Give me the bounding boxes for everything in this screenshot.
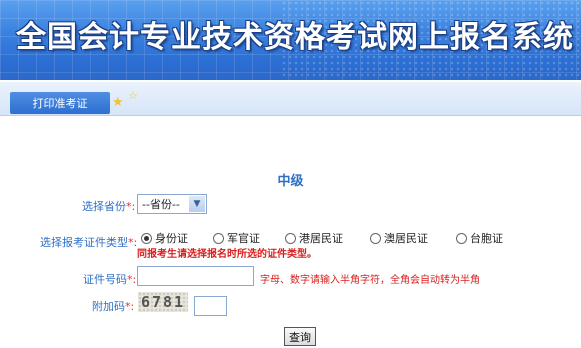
id-type-label: 选择报考证件类型*: bbox=[40, 234, 137, 250]
id-type-option-id-card[interactable]: 身份证 bbox=[141, 230, 188, 246]
page: 全国会计专业技术资格考试网上报名系统 打印准考证 ★ ☆ 中级 选择省份*: -… bbox=[0, 0, 581, 348]
required-mark: *: bbox=[126, 200, 136, 213]
id-type-option-label: 港居民证 bbox=[299, 232, 343, 245]
required-mark: *: bbox=[128, 236, 138, 249]
id-type-option-macau-permit[interactable]: 澳居民证 bbox=[370, 230, 428, 246]
chevron-down-icon[interactable]: ▼ bbox=[189, 196, 205, 212]
star-icon: ★ bbox=[112, 95, 124, 110]
radio-unchecked-icon[interactable] bbox=[456, 232, 467, 244]
captcha-label-text: 附加码 bbox=[92, 300, 125, 313]
id-number-hint: 字母、数字请输入半角字符，全角会自动转为半角 bbox=[260, 275, 480, 286]
id-type-option-label: 身份证 bbox=[155, 232, 188, 245]
query-button[interactable]: 查询 bbox=[284, 327, 316, 346]
province-selected-value: --省份-- bbox=[142, 198, 180, 211]
captcha-label: 附加码*: bbox=[92, 298, 134, 314]
radio-unchecked-icon[interactable] bbox=[285, 232, 296, 244]
nav-strip: 打印准考证 ★ ☆ bbox=[0, 82, 581, 116]
id-type-option-officer-card[interactable]: 军官证 bbox=[213, 230, 260, 246]
id-type-option-label: 军官证 bbox=[227, 232, 260, 245]
id-number-label: 证件号码*: bbox=[83, 271, 136, 287]
province-label-text: 选择省份 bbox=[82, 200, 126, 213]
system-title: 全国会计专业技术资格考试网上报名系统 bbox=[16, 20, 574, 55]
radio-checked-icon[interactable] bbox=[141, 232, 152, 244]
id-type-option-label: 澳居民证 bbox=[384, 232, 428, 245]
print-admission-ticket-tab[interactable]: 打印准考证 bbox=[10, 92, 110, 114]
id-type-option-label: 台胞证 bbox=[470, 232, 503, 245]
province-label: 选择省份*: bbox=[82, 198, 135, 214]
radio-unchecked-icon[interactable] bbox=[370, 232, 381, 244]
id-type-option-taiwan-permit[interactable]: 台胞证 bbox=[456, 230, 503, 246]
star-icon: ☆ bbox=[128, 89, 138, 102]
id-type-label-text: 选择报考证件类型 bbox=[40, 236, 128, 249]
id-number-input[interactable] bbox=[137, 266, 254, 286]
id-type-note: 同报考生请选择报名时所选的证件类型。 bbox=[137, 249, 317, 260]
captcha-image[interactable]: 6781 bbox=[138, 292, 188, 312]
province-select[interactable]: --省份-- ▼ bbox=[137, 194, 207, 214]
required-mark: *: bbox=[127, 273, 137, 286]
id-type-option-hk-permit[interactable]: 港居民证 bbox=[285, 230, 343, 246]
id-number-label-text: 证件号码 bbox=[83, 273, 127, 286]
header-banner: 全国会计专业技术资格考试网上报名系统 bbox=[0, 0, 581, 80]
radio-unchecked-icon[interactable] bbox=[213, 232, 224, 244]
exam-level-title: 中级 bbox=[277, 174, 304, 189]
required-mark: *: bbox=[125, 300, 135, 313]
captcha-input[interactable] bbox=[194, 296, 227, 316]
